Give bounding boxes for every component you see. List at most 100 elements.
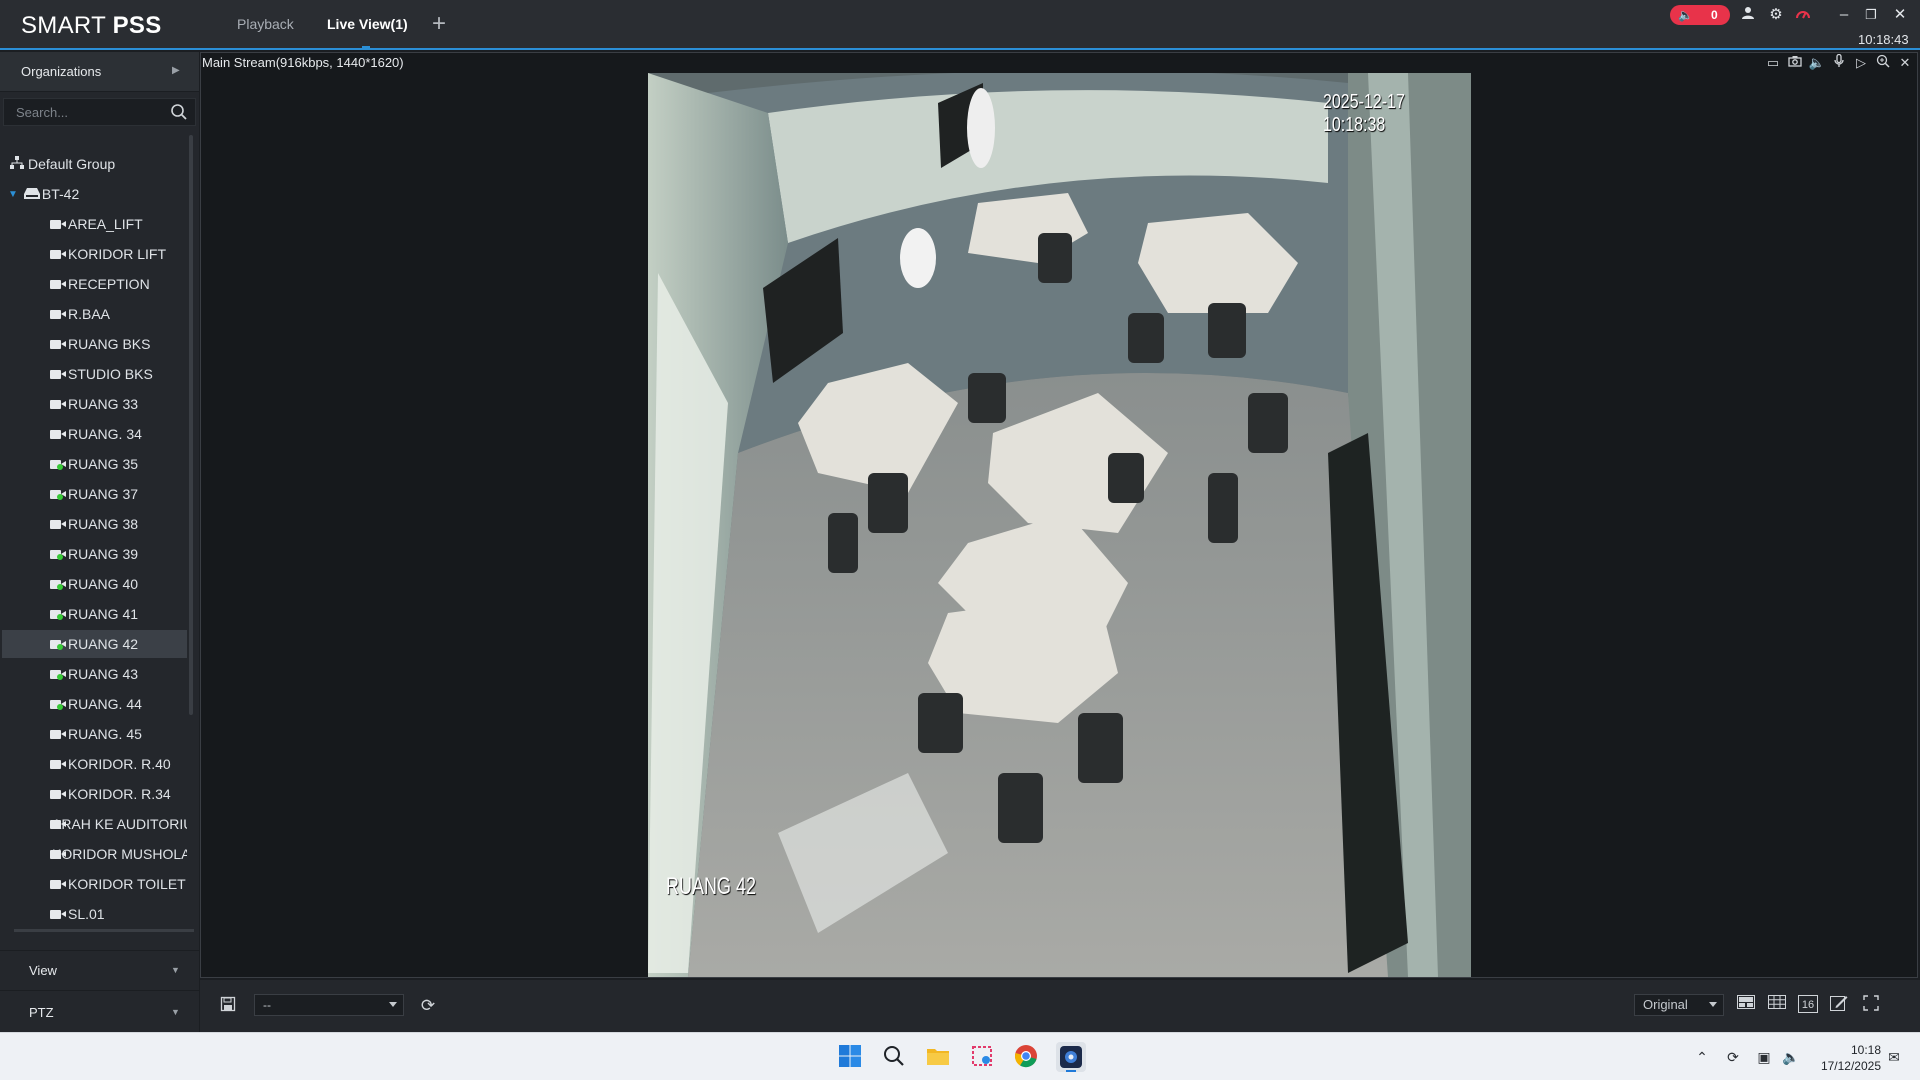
channel-item[interactable]: RUANG. 45	[2, 720, 187, 748]
close-window-icon[interactable]: ✕	[1896, 54, 1914, 72]
aspect-ratio-select[interactable]: Original	[1634, 994, 1724, 1016]
record-icon[interactable]: ▷	[1852, 54, 1870, 72]
channel-item[interactable]: RUANG 43	[2, 660, 187, 688]
camera-icon	[50, 789, 66, 800]
view-panel-header[interactable]: View ▼	[0, 950, 199, 990]
view-select[interactable]: --	[254, 994, 404, 1016]
sidebar: Organizations ▶ Default Group ▼ BT-42 AR…	[0, 52, 199, 1032]
speaker-icon: 🔈	[1678, 8, 1693, 22]
sync-icon[interactable]: ⟳	[1724, 1048, 1742, 1066]
tree-device[interactable]: ▼ BT-42	[2, 180, 187, 208]
user-icon[interactable]	[1739, 6, 1757, 24]
dropdown-arrow-icon	[1709, 1002, 1717, 1007]
search-icon[interactable]	[170, 103, 188, 121]
channel-label: RUANG BKS	[68, 336, 151, 352]
tree-default-group[interactable]: Default Group	[2, 150, 187, 178]
channel-label: RUANG. 44	[68, 696, 142, 712]
ptz-panel-header[interactable]: PTZ ▼	[0, 990, 199, 1032]
snipping-tool-icon[interactable]	[968, 1042, 998, 1072]
channel-item[interactable]: KORIDOR MUSHOLA	[2, 840, 187, 868]
windows-start-icon[interactable]	[836, 1042, 866, 1072]
search-box	[3, 98, 196, 126]
tree-horizontal-scrollbar[interactable]	[14, 929, 194, 932]
screen-icon[interactable]: ▭	[1764, 54, 1782, 72]
channel-label: RUANG 39	[68, 546, 139, 562]
gauge-icon[interactable]	[1794, 6, 1812, 24]
alarm-badge[interactable]: 🔈 0	[1670, 5, 1730, 25]
camera-icon	[50, 429, 66, 440]
channel-item[interactable]: RECEPTION	[2, 270, 187, 298]
live-view-window[interactable]: Main Stream(916kbps, 1440*1620) ▭ 🔈 ▷ ✕	[200, 52, 1918, 978]
camera-icon	[50, 879, 66, 890]
channel-item[interactable]: RUANG 38	[2, 510, 187, 538]
camera-feed[interactable]: 2025-12-17 10:18:38 RUANG 42	[648, 73, 1471, 977]
mic-icon[interactable]	[1830, 53, 1848, 72]
camera-icon	[50, 489, 66, 500]
restore-icon[interactable]: ❐	[1862, 6, 1880, 24]
channel-item[interactable]: RUANG 41	[2, 600, 187, 628]
fullscreen-icon[interactable]	[1861, 995, 1881, 1013]
camera-icon	[50, 639, 66, 650]
search-icon[interactable]	[880, 1042, 910, 1072]
channel-item[interactable]: STUDIO BKS	[2, 360, 187, 388]
tab-live-view[interactable]: Live View(1)	[327, 16, 408, 32]
channel-item[interactable]: KORIDOR TOILET	[2, 870, 187, 898]
camera-icon	[50, 909, 66, 920]
channel-item[interactable]: ARAH KE AUDITORIUM	[2, 810, 187, 838]
smartpss-taskbar-icon[interactable]	[1056, 1042, 1086, 1072]
channel-item[interactable]: RUANG 33	[2, 390, 187, 418]
channel-item[interactable]: RUANG 37	[2, 480, 187, 508]
tree-scrollbar[interactable]	[189, 135, 193, 715]
volume-icon[interactable]: 🔈	[1782, 1048, 1800, 1066]
channel-item[interactable]: RUANG 35	[2, 450, 187, 478]
chrome-icon[interactable]	[1012, 1042, 1042, 1072]
refresh-icon[interactable]: ⟳	[418, 996, 438, 1016]
layout-16-icon[interactable]: 16	[1798, 995, 1818, 1013]
channel-item[interactable]: RUANG. 34	[2, 420, 187, 448]
channel-item[interactable]: RUANG. 44	[2, 690, 187, 718]
close-icon[interactable]: ✕	[1891, 6, 1909, 24]
taskbar-clock[interactable]: 10:18 17/12/2025	[1811, 1042, 1881, 1074]
channel-label: RUANG 33	[68, 396, 139, 412]
channel-label: AREA_LIFT	[68, 216, 143, 232]
expand-arrow-icon[interactable]: ▼	[8, 189, 18, 200]
snapshot-icon[interactable]	[1786, 54, 1804, 72]
organizations-header[interactable]: Organizations ▶	[0, 52, 199, 92]
channel-item[interactable]: KORIDOR. R.40	[2, 750, 187, 778]
notification-icon[interactable]: ✉	[1885, 1048, 1903, 1066]
camera-icon	[50, 729, 66, 740]
live-view-controls: -- ⟳ Original 16	[200, 980, 1920, 1032]
save-view-icon[interactable]	[220, 996, 238, 1014]
audio-icon[interactable]: 🔈	[1808, 54, 1826, 72]
channel-item[interactable]: RUANG BKS	[2, 330, 187, 358]
channel-item[interactable]: KORIDOR LIFT	[2, 240, 187, 268]
tray-chevron-up-icon[interactable]: ⌃	[1693, 1048, 1711, 1066]
channel-item[interactable]: AREA_LIFT	[2, 210, 187, 238]
taskbar-date: 17/12/2025	[1820, 1059, 1881, 1073]
channel-item[interactable]: R.BAA	[2, 300, 187, 328]
camera-icon	[50, 669, 66, 680]
add-tab-button[interactable]: +	[432, 12, 446, 36]
search-input[interactable]	[16, 103, 166, 121]
channel-item[interactable]: SL.01	[2, 900, 187, 928]
layout-4-icon[interactable]	[1736, 995, 1756, 1013]
osd-timestamp: 2025-12-17 10:18:38	[1323, 91, 1405, 136]
alarm-count: 0	[1710, 8, 1718, 22]
network-icon[interactable]: ▣	[1755, 1048, 1773, 1066]
channel-item[interactable]: RUANG 39	[2, 540, 187, 568]
channel-item[interactable]: KORIDOR. R.34	[2, 780, 187, 808]
tab-playback[interactable]: Playback	[237, 16, 294, 32]
zoom-icon[interactable]	[1874, 54, 1892, 72]
channel-label: RUANG 37	[68, 486, 139, 502]
camera-icon	[50, 459, 66, 470]
channel-item[interactable]: RUANG 40	[2, 570, 187, 598]
file-explorer-icon[interactable]	[924, 1042, 954, 1072]
view-label: View	[29, 963, 57, 978]
minimize-icon[interactable]: –	[1835, 6, 1853, 24]
layout-9-icon[interactable]	[1767, 995, 1787, 1013]
gear-icon[interactable]: ⚙	[1767, 6, 1785, 24]
channel-item[interactable]: RUANG 42	[2, 630, 187, 658]
edit-layout-icon[interactable]	[1829, 995, 1849, 1013]
aspect-ratio-value: Original	[1643, 997, 1688, 1012]
device-label: BT-42	[41, 186, 80, 202]
